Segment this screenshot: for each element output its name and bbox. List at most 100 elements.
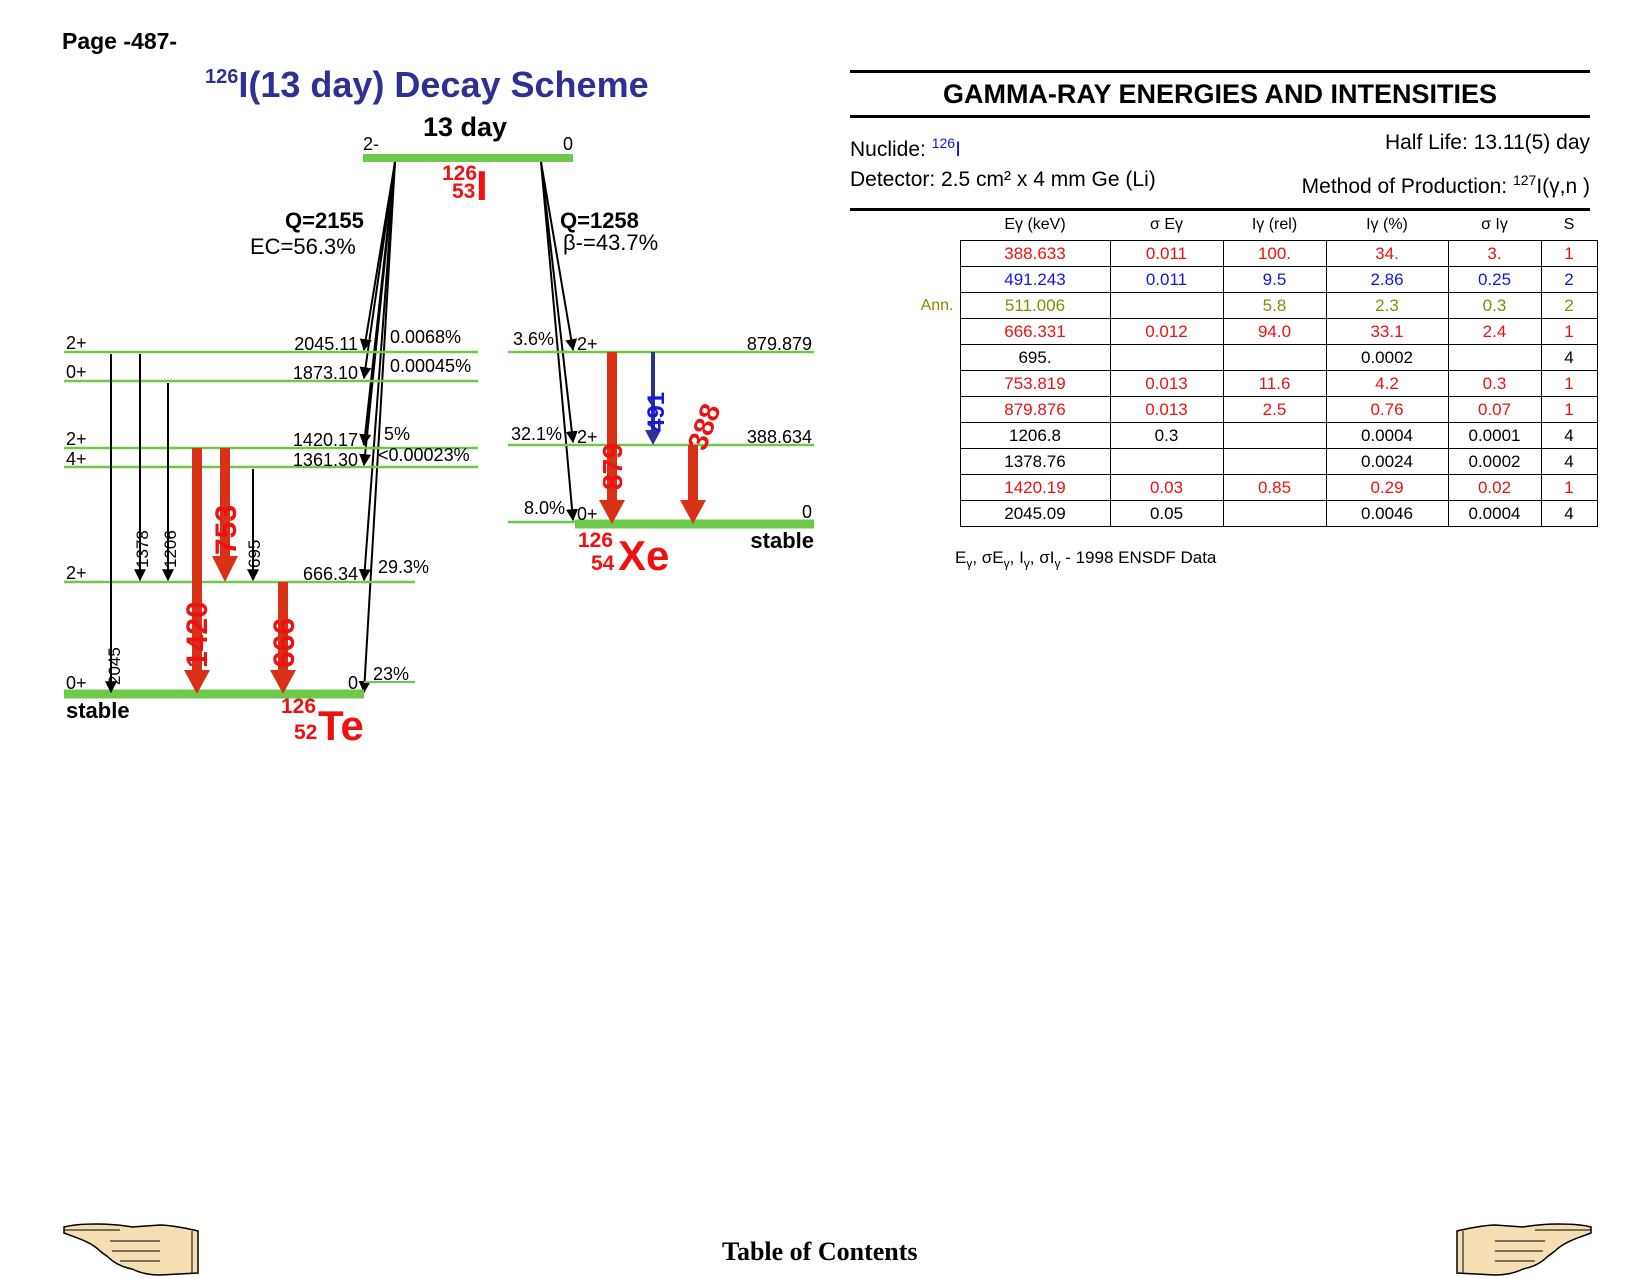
table-cell: 4 [1540,344,1598,371]
table-cell: 753.819 [959,370,1111,397]
nuclide-field: Nuclide: 126I [850,128,961,165]
row-annotation [850,267,960,293]
table-cell: 695. [959,344,1111,371]
row-annotation [850,475,960,501]
row-annotation [850,501,960,527]
table-cell: 2 [1540,292,1598,319]
ec-q-value: Q=2155 [285,208,364,233]
te-level-spin: 4+ [66,449,87,469]
ec-branch-percent: EC=56.3% [250,234,356,259]
beta-branch-percent: β-=43.7% [563,230,658,255]
gamma-label-491: 491 [643,392,670,432]
column-header: S [1563,216,1575,233]
gamma-label-666: 666 [268,618,301,668]
te-level-feed: 29.3% [378,557,429,577]
table-cell: 388.633 [959,240,1111,267]
table-cell: 4.2 [1325,370,1449,397]
table-cell [1222,422,1327,449]
table-cell: 0.011 [1109,266,1224,293]
table-cell: 511.006 [959,292,1111,319]
te-level-energy: 666.34 [303,564,358,584]
te-level-spin: 2+ [66,333,87,353]
table-row: 695. 0.0002 4 [850,344,1598,371]
row-annotation [850,319,960,345]
table-cell: 2.86 [1325,266,1449,293]
gamma-label-1206: 1206 [161,530,180,568]
xe-level-feed: 3.6% [513,329,554,349]
table-cell: 2.4 [1447,318,1542,345]
nuclide-info: Nuclide: 126I Half Life: 13.11(5) day De… [850,128,1590,211]
xe-level-spin: 2+ [577,427,598,447]
table-cell: 0.02 [1447,474,1542,501]
table-cell: 0.012 [1109,318,1224,345]
table-cell: 0.013 [1109,370,1224,397]
table-cell: 2.5 [1222,396,1327,423]
production-reaction: I(γ,n ) [1536,175,1590,198]
table-cell: 0.0001 [1447,422,1542,449]
table-cell: 0.03 [1109,474,1224,501]
pointing-hand-right-icon[interactable] [1453,1217,1595,1279]
table-row: 1420.19 0.03 0.85 0.29 0.02 1 [850,474,1598,501]
production-mass: 127 [1512,172,1537,188]
te-level-feed: 23% [373,664,409,684]
table-row: 879.876 0.013 2.5 0.76 0.07 1 [850,396,1598,423]
table-cell: 0.0004 [1325,422,1449,449]
te-level-energy: 2045.11 [294,334,358,354]
table-cell: 0.0024 [1325,448,1449,475]
xe-stable-label: stable [750,528,814,553]
te-level-spin: 0+ [66,362,87,382]
column-header: Eγ (keV) [1004,216,1066,233]
te-stable-label: stable [66,698,130,723]
table-cell: 1378.76 [959,448,1111,475]
table-cell: 666.331 [959,318,1111,345]
data-source-note: Eγ, σEγ, Iγ, σIγ - 1998 ENSDF Data [955,548,1217,571]
table-cell: 0.0002 [1325,344,1449,371]
table-cell: 1 [1540,474,1598,501]
nuclide-mass: 126 [931,135,956,151]
table-cell: 4 [1540,500,1598,527]
column-header: Iγ (%) [1366,216,1408,233]
te-level-feed: <0.00023% [378,445,470,465]
parent-half-life: 13 day [423,112,507,142]
xe-gamma-879 [599,352,625,524]
row-annotation: Ann. [920,296,954,314]
table-cell: 2.3 [1325,292,1449,319]
table-row: 753.819 0.013 11.6 4.2 0.3 1 [850,370,1598,397]
detector-field: Detector: 2.5 cm² x 4 mm Ge (Li) [850,168,1156,191]
nuclide-symbol: I [955,138,961,161]
table-of-contents-link[interactable]: Table of Contents [722,1237,918,1267]
table-row: Ann. 511.006 5.8 2.3 0.3 2 [850,292,1598,319]
table-cell [1222,500,1327,527]
table-cell [1222,448,1327,475]
gamma-panel-heading: GAMMA-RAY ENERGIES AND INTENSITIES [850,70,1590,118]
table-cell: 2 [1540,266,1598,293]
xe-mass: 126 [578,529,613,552]
table-row: 1206.8 0.3 0.0004 0.0001 4 [850,422,1598,449]
table-cell: 3. [1447,240,1542,267]
table-cell: 0.25 [1447,266,1542,293]
table-cell: 94.0 [1222,318,1327,345]
row-annotation [850,449,960,475]
pointing-hand-left-icon[interactable] [60,1217,202,1279]
table-cell: 1 [1540,318,1598,345]
column-header: Iγ (rel) [1251,216,1298,233]
xe-level-energy: 0 [802,502,812,522]
gamma-label-753: 753 [210,505,243,555]
te-level-spin: 2+ [66,563,87,583]
gamma-label-1420: 1420 [181,601,214,668]
xe-symbol: Xe [618,532,669,579]
table-cell: 33.1 [1325,318,1449,345]
table-header-row: Eγ (keV) σ Eγ Iγ (rel) Iγ (%) σ Iγ S [850,210,1597,241]
table-cell: 1 [1540,370,1598,397]
table-cell: 0.011 [1109,240,1224,267]
table-cell [1222,344,1327,371]
row-annotation [850,397,960,423]
xe-level-energy: 879.879 [747,334,812,354]
table-cell [1109,344,1224,371]
column-header: σ Eγ [1150,216,1183,233]
te-z: 52 [294,721,317,744]
row-annotation [850,241,960,267]
te-level-feed: 0.0068% [390,327,461,347]
table-cell: 2045.09 [959,500,1111,527]
parent-energy: 0 [563,134,573,154]
